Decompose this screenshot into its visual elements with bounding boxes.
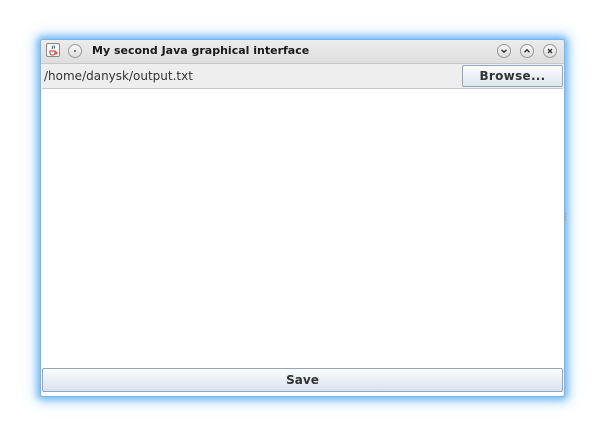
chevron-up-icon[interactable] [520,44,534,58]
application-window: My second Java graphical interface /home… [40,39,567,397]
file-path-field[interactable]: /home/danysk/output.txt [44,64,462,88]
window-menu-icon[interactable] [68,44,82,58]
close-icon[interactable] [543,44,557,58]
text-content-area[interactable] [42,89,563,367]
save-button[interactable]: Save [42,368,563,392]
file-path-row: /home/danysk/output.txt Browse... [42,64,563,89]
resize-grip-icon[interactable] [564,212,567,222]
title-bar[interactable]: My second Java graphical interface [41,40,564,64]
window-title: My second Java graphical interface [92,44,310,57]
chevron-down-icon[interactable] [497,44,511,58]
browse-button[interactable]: Browse... [462,65,563,87]
java-cup-icon[interactable] [46,43,60,57]
